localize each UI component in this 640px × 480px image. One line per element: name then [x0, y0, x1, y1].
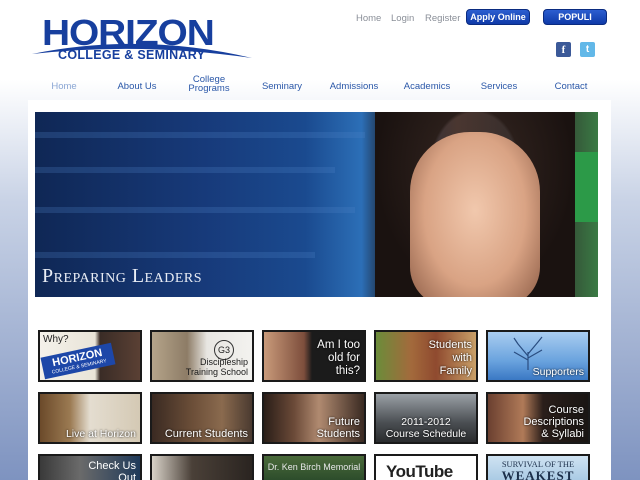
- tile-check-us-out[interactable]: Check Us Out: [38, 454, 142, 480]
- hero-title: Preparing Leaders: [42, 265, 203, 287]
- populi-button[interactable]: POPULI: [543, 9, 607, 25]
- nav-college-programs-line2: Programs: [188, 83, 230, 94]
- tile-survival-of-weakest[interactable]: SURVIVAL OF THE WEAKEST: [486, 454, 590, 480]
- tile-supporters[interactable]: Supporters: [486, 330, 590, 382]
- site-logo[interactable]: HORIZON COLLEGE & SEMINARY: [30, 14, 255, 66]
- tile-course-label: Course Descriptions & Syllabi: [523, 404, 584, 440]
- tile-current-label: Current Students: [164, 428, 248, 440]
- tile-current-students[interactable]: Current Students: [150, 392, 254, 444]
- youtube-logo-icon: YouTube: [386, 462, 453, 480]
- nav-seminary[interactable]: Seminary: [262, 81, 302, 92]
- tile-course-descriptions[interactable]: Course Descriptions & Syllabi: [486, 392, 590, 444]
- tile-weakest-label: SURVIVAL OF THE WEAKEST: [488, 459, 588, 480]
- tile-live-at-horizon[interactable]: Live at Horizon: [38, 392, 142, 444]
- tile-ken-birch-memorial[interactable]: Dr. Ken Birch Memorial: [262, 454, 366, 480]
- tile-why-horizon[interactable]: Why? HORIZON COLLEGE & SEMINARY: [38, 330, 142, 382]
- apply-online-button[interactable]: Apply Online: [466, 9, 530, 25]
- tile-discipleship-line2: Training School: [185, 367, 248, 377]
- tile-discipleship-training[interactable]: G3 Discipleship Training School: [150, 330, 254, 382]
- tile-schedule-line2: Course Schedule: [385, 428, 467, 440]
- top-link-home[interactable]: Home: [356, 13, 381, 24]
- tile-course-line2: Descriptions: [523, 416, 584, 428]
- tile-live-label: Live at Horizon: [65, 428, 136, 440]
- nav-contact[interactable]: Contact: [555, 81, 588, 92]
- tile-future-students[interactable]: Future Students: [262, 392, 366, 444]
- tile-supporters-label: Supporters: [532, 366, 584, 378]
- logo-wordmark: HORIZON: [42, 12, 215, 53]
- main-nav: Home About Us College Programs Seminary …: [0, 70, 640, 100]
- nav-admissions[interactable]: Admissions: [330, 81, 379, 92]
- tile-discipleship-line1: Discipleship: [199, 357, 248, 367]
- facebook-icon[interactable]: f: [556, 42, 571, 57]
- tree-icon: [513, 336, 543, 370]
- tile-course-line1: Course: [548, 404, 584, 416]
- tile-family-line1: Students: [428, 339, 472, 351]
- tile-why-title: Why?: [43, 334, 69, 345]
- tile-check-label: Check Us Out: [88, 460, 136, 480]
- tile-future-label: Future Students: [317, 416, 360, 440]
- nav-college-programs[interactable]: College Programs: [188, 75, 230, 94]
- tile-why-logo: HORIZON COLLEGE & SEMINARY: [40, 342, 116, 380]
- tile-future-line2: Students: [316, 428, 360, 440]
- tile-weakest-line2: WEAKEST: [501, 468, 575, 480]
- hero-streak: [35, 252, 315, 258]
- tile-students-with-family[interactable]: Students with Family: [374, 330, 478, 382]
- tile-family-line3: Family: [439, 365, 472, 377]
- tile-too-old-line1: Am I too: [317, 339, 360, 351]
- hero-streak: [35, 207, 355, 213]
- nav-about-us[interactable]: About Us: [117, 81, 156, 92]
- hero-streak: [35, 132, 365, 138]
- tile-video[interactable]: [150, 454, 254, 480]
- tile-check-line2: Out: [118, 472, 136, 480]
- hero-streak: [35, 167, 335, 173]
- nav-services[interactable]: Services: [481, 81, 517, 92]
- tile-too-old-label: Am I too old for this?: [317, 339, 360, 378]
- top-link-login[interactable]: Login: [391, 13, 414, 24]
- tile-course-line3: & Syllabi: [541, 428, 584, 440]
- tile-too-old[interactable]: Am I too old for this?: [262, 330, 366, 382]
- tile-family-line2: with: [452, 352, 472, 364]
- nav-academics[interactable]: Academics: [404, 81, 450, 92]
- tile-youtube[interactable]: YouTube: [374, 454, 478, 480]
- tile-check-line1: Check Us: [88, 460, 136, 472]
- hero-portrait: [410, 132, 540, 297]
- tile-family-label: Students with Family: [429, 339, 472, 378]
- twitter-icon[interactable]: t: [580, 42, 595, 57]
- tile-discipleship-label: Discipleship Training School: [186, 357, 248, 377]
- top-link-register[interactable]: Register: [425, 13, 460, 24]
- logo-subtitle: COLLEGE & SEMINARY: [58, 48, 206, 62]
- tile-too-old-line2: old for: [328, 352, 360, 364]
- tile-too-old-line3: this?: [335, 365, 360, 377]
- tile-memorial-label: Dr. Ken Birch Memorial: [267, 462, 361, 472]
- tile-schedule-label: 2011-2012 Course Schedule: [376, 416, 476, 440]
- tile-course-schedule[interactable]: 2011-2012 Course Schedule: [374, 392, 478, 444]
- tile-future-line1: Future: [328, 416, 360, 428]
- nav-home[interactable]: Home: [51, 81, 76, 92]
- tile-schedule-line1: 2011-2012: [401, 416, 451, 428]
